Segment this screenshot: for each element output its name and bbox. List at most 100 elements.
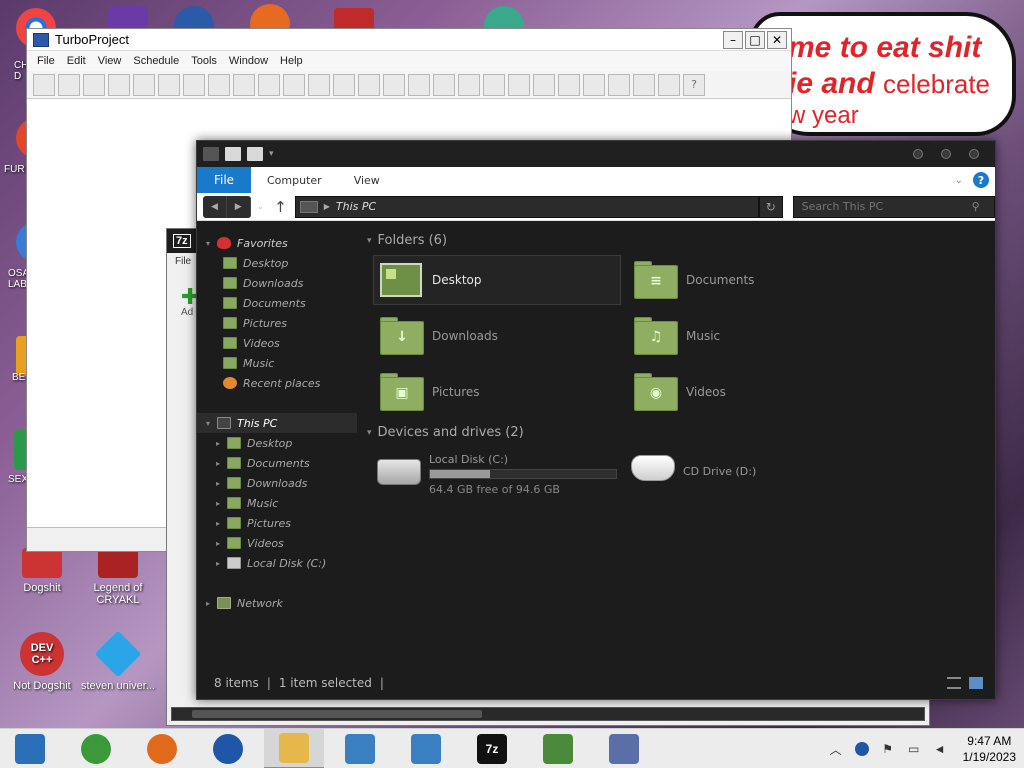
minimize-button[interactable]: –: [723, 30, 743, 49]
details-view-icon[interactable]: [947, 677, 961, 689]
toolbar-tool-icon[interactable]: [583, 73, 605, 96]
collapse-arrow-icon[interactable]: ▾: [203, 239, 213, 248]
collapse-group-icon[interactable]: ▾: [367, 428, 372, 438]
toolbar-tool-icon[interactable]: [483, 73, 505, 96]
nav-network[interactable]: ▸ Network: [197, 593, 357, 613]
nav-item-documents[interactable]: ▸ Documents: [197, 453, 357, 473]
nav-item-music[interactable]: Music: [197, 353, 357, 373]
toolbar-tool-icon[interactable]: [433, 73, 455, 96]
new-folder-icon[interactable]: [247, 147, 263, 161]
menu-file[interactable]: File: [31, 55, 61, 67]
menu-help[interactable]: Help: [274, 55, 309, 67]
nav-item-local-disk-c-[interactable]: ▸ Local Disk (C:): [197, 553, 357, 573]
taskbar-item-firefox[interactable]: [132, 729, 192, 768]
chevron-down-icon[interactable]: ▾: [269, 149, 274, 159]
devices-group-header[interactable]: ▾ Devices and drives (2): [367, 425, 524, 440]
folder-tile-downloads[interactable]: ↓ Downloads: [373, 311, 621, 361]
nav-item-recent-places[interactable]: Recent places: [197, 373, 357, 393]
folder-tile-videos[interactable]: ◉ Videos: [627, 367, 875, 417]
expand-arrow-icon[interactable]: ▸: [213, 459, 223, 468]
taskbar-item-explorer[interactable]: [264, 728, 324, 768]
search-icon[interactable]: ⚲: [972, 200, 980, 213]
taskbar-item-obama[interactable]: [198, 729, 258, 768]
back-button[interactable]: ◀: [203, 195, 227, 218]
nav-item-pictures[interactable]: Pictures: [197, 313, 357, 333]
menu-tools[interactable]: Tools: [185, 55, 223, 67]
drive-local-disk-c[interactable]: Local Disk (C:) 64.4 GB free of 94.6 GB: [377, 453, 617, 496]
refresh-button[interactable]: ↻: [758, 195, 783, 218]
nav-item-downloads[interactable]: Downloads: [197, 273, 357, 293]
close-button[interactable]: [969, 149, 979, 159]
toolbar-tool-icon[interactable]: [158, 73, 180, 96]
tab-view[interactable]: View: [338, 174, 396, 187]
collapse-group-icon[interactable]: ▾: [367, 236, 372, 246]
obama-logo-icon[interactable]: [854, 742, 869, 756]
properties-icon[interactable]: [225, 147, 241, 161]
toolbar-tool-icon[interactable]: [358, 73, 380, 96]
desktop-icon-legend-of-cryakl[interactable]: Legend of CRYAKL: [76, 548, 160, 606]
breadcrumb-this-pc[interactable]: This PC: [336, 200, 376, 213]
nav-item-music[interactable]: ▸ Music: [197, 493, 357, 513]
nav-item-videos[interactable]: Videos: [197, 333, 357, 353]
toolbar-tool-icon[interactable]: [458, 73, 480, 96]
taskbar-item-7zip[interactable]: 7z: [462, 729, 522, 768]
explorer-window[interactable]: ▾ File Computer View ⌄ ? ◀ ▶ ⌄ ↑ ▶ This …: [196, 140, 996, 700]
minimize-button[interactable]: [913, 149, 923, 159]
network-icon[interactable]: ▭: [907, 742, 921, 756]
drive-cd-d[interactable]: CD Drive (D:): [631, 453, 756, 481]
toolbar-tool-icon[interactable]: [658, 73, 680, 96]
nav-item-desktop[interactable]: Desktop: [197, 253, 357, 273]
menu-edit[interactable]: Edit: [61, 55, 92, 67]
up-button[interactable]: ↑: [274, 198, 287, 216]
expand-arrow-icon[interactable]: ▸: [213, 499, 223, 508]
desktop-icon-steven-universe[interactable]: steven univer...: [76, 630, 160, 692]
toolbar-tool-icon[interactable]: [183, 73, 205, 96]
nav-item-pictures[interactable]: ▸ Pictures: [197, 513, 357, 533]
tab-file[interactable]: File: [197, 167, 251, 193]
collapse-arrow-icon[interactable]: ▾: [203, 419, 213, 428]
address-bar[interactable]: ▶ This PC: [294, 195, 759, 218]
taskbar-item-setup1[interactable]: [330, 729, 390, 768]
expand-arrow-icon[interactable]: ▸: [213, 479, 223, 488]
expand-arrow-icon[interactable]: ▸: [203, 599, 213, 608]
menu-view[interactable]: View: [92, 55, 128, 67]
toolbar-tool-icon[interactable]: [333, 73, 355, 96]
folder-tile-desktop[interactable]: Desktop: [373, 255, 621, 305]
toolbar-tool-icon[interactable]: [383, 73, 405, 96]
toolbar-tool-icon[interactable]: [408, 73, 430, 96]
toolbar-tool-icon[interactable]: [558, 73, 580, 96]
toolbar-tool-icon[interactable]: [33, 73, 55, 96]
toolbar-tool-icon[interactable]: ?: [683, 73, 705, 96]
folders-group-header[interactable]: ▾ Folders (6): [367, 233, 447, 248]
sevenzip-horizontal-scrollbar[interactable]: [171, 707, 925, 721]
expand-ribbon-icon[interactable]: ⌄: [955, 175, 963, 186]
toolbar-tool-icon[interactable]: [58, 73, 80, 96]
toolbar-tool-icon[interactable]: [83, 73, 105, 96]
turboproject-titlebar[interactable]: TurboProject – □ ✕: [27, 29, 791, 51]
toolbar-tool-icon[interactable]: [233, 73, 255, 96]
taskbar-item-chrome[interactable]: [66, 729, 126, 768]
volume-icon[interactable]: ◄: [933, 742, 947, 756]
nav-item-downloads[interactable]: ▸ Downloads: [197, 473, 357, 493]
toolbar-tool-icon[interactable]: [508, 73, 530, 96]
folder-tile-documents[interactable]: ≡ Documents: [627, 255, 875, 305]
clock[interactable]: 9:47 AM 1/19/2023: [963, 733, 1016, 765]
expand-arrow-icon[interactable]: ▸: [213, 519, 223, 528]
explorer-titlebar[interactable]: ▾: [197, 141, 995, 167]
taskbar-item-installer[interactable]: [528, 729, 588, 768]
folder-tile-music[interactable]: ♫ Music: [627, 311, 875, 361]
help-icon[interactable]: ?: [973, 172, 989, 188]
maximize-button[interactable]: [941, 149, 951, 159]
toolbar-tool-icon[interactable]: [108, 73, 130, 96]
expand-arrow-icon[interactable]: ▸: [213, 559, 223, 568]
show-hidden-icons-icon[interactable]: ︿: [829, 742, 843, 757]
close-button[interactable]: ✕: [767, 30, 787, 49]
taskbar-item-vs[interactable]: [594, 729, 654, 768]
toolbar-tool-icon[interactable]: [133, 73, 155, 96]
expand-arrow-icon[interactable]: ▸: [213, 439, 223, 448]
toolbar-tool-icon[interactable]: [258, 73, 280, 96]
forward-button[interactable]: ▶: [227, 195, 251, 218]
toolbar-tool-icon[interactable]: [308, 73, 330, 96]
desktop-icon-dogshit[interactable]: Dogshit: [0, 548, 84, 594]
taskbar-item-setup2[interactable]: [396, 729, 456, 768]
